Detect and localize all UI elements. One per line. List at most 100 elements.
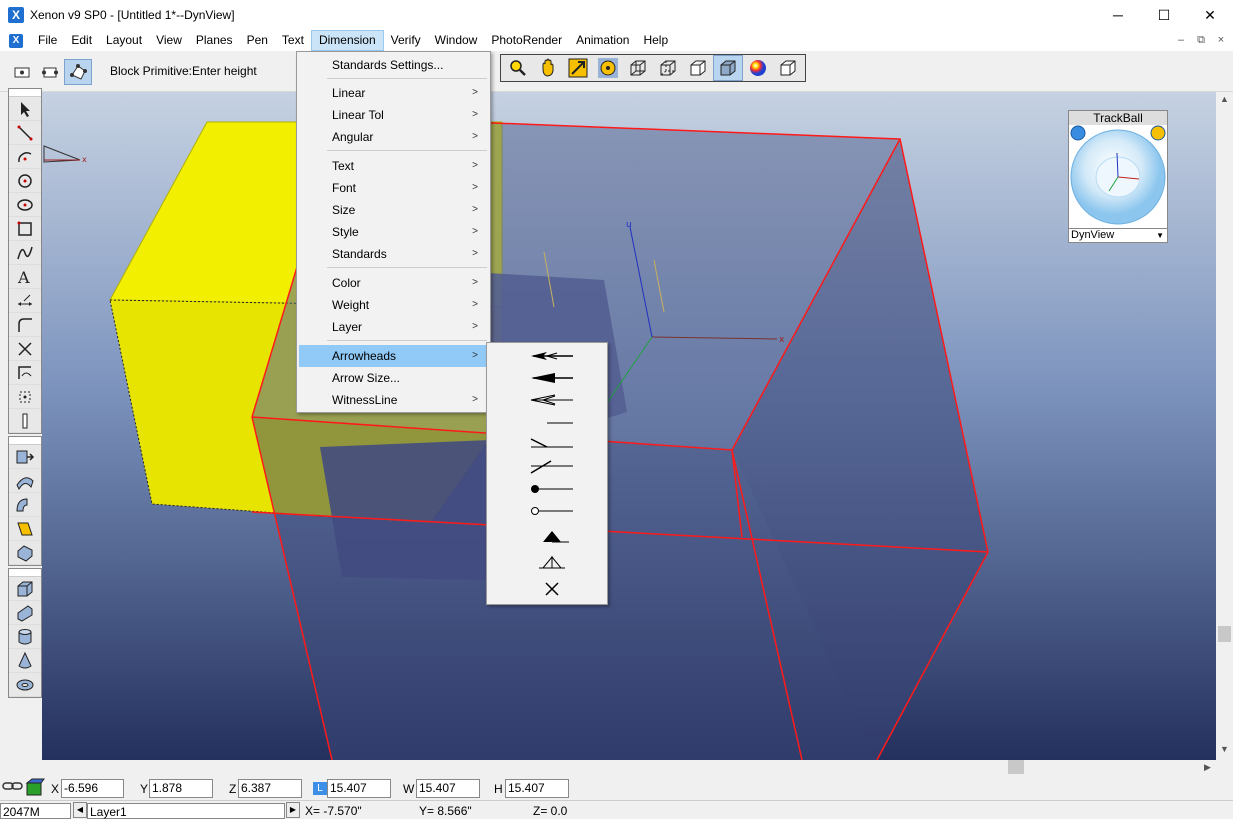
menu-window[interactable]: Window xyxy=(428,30,485,51)
menu-text[interactable]: Text xyxy=(275,30,311,51)
wireframe-view-icon[interactable] xyxy=(623,55,653,81)
trackball-widget[interactable]: TrackBall DynView ▼ xyxy=(1068,110,1168,243)
panel-grip[interactable] xyxy=(9,89,41,97)
shell-icon[interactable] xyxy=(9,541,41,565)
arrow-dot-open-icon[interactable] xyxy=(507,499,597,523)
arrow-tick-icon[interactable] xyxy=(507,455,597,479)
length-input[interactable]: 15.407 xyxy=(327,779,391,798)
box-view-icon[interactable] xyxy=(773,55,803,81)
circle-tool-icon[interactable] xyxy=(9,169,41,193)
layer-prev-icon[interactable]: ◀ xyxy=(73,802,87,818)
hidden-line-view-icon[interactable] xyxy=(653,55,683,81)
transform-tool-icon[interactable] xyxy=(9,361,41,385)
loft-icon[interactable] xyxy=(9,517,41,541)
document-menu-icon[interactable]: X xyxy=(9,33,23,48)
menu-view[interactable]: View xyxy=(149,30,189,51)
y-coord-input[interactable]: 1.878 xyxy=(149,779,213,798)
dimension-menu-linear[interactable]: Linear > xyxy=(299,82,488,104)
trackball-view-select[interactable]: DynView ▼ xyxy=(1069,228,1167,242)
line-tool-icon[interactable] xyxy=(9,121,41,145)
edge-mode-icon[interactable] xyxy=(36,59,64,85)
zoom-icon[interactable] xyxy=(503,55,533,81)
arrow-open-icon[interactable] xyxy=(507,388,597,412)
horizontal-scrollbar[interactable]: ▶ xyxy=(42,760,1216,775)
3d-viewport[interactable]: x u x xyxy=(42,92,1216,760)
dimension-tool-icon[interactable] xyxy=(9,289,41,313)
menu-planes[interactable]: Planes xyxy=(189,30,240,51)
vertical-scrollbar[interactable]: ▲ ▼ xyxy=(1216,92,1233,760)
dimension-menu-size[interactable]: Size > xyxy=(299,199,488,221)
menu-file[interactable]: File xyxy=(31,30,64,51)
revolve-icon[interactable] xyxy=(9,493,41,517)
height-input[interactable]: 15.407 xyxy=(505,779,569,798)
dimension-menu-angular[interactable]: Angular > xyxy=(299,126,488,148)
dimension-menu-text[interactable]: Text > xyxy=(299,155,488,177)
layer-next-icon[interactable]: ▶ xyxy=(286,802,300,818)
fillet-tool-icon[interactable] xyxy=(9,313,41,337)
extrude-icon[interactable] xyxy=(9,445,41,469)
trackball-home-icon[interactable] xyxy=(1150,125,1166,141)
select-mode-icon[interactable] xyxy=(8,59,36,85)
torus-primitive-icon[interactable] xyxy=(9,673,41,697)
chain-link-icon[interactable] xyxy=(2,780,24,795)
dimension-menu-arrowheads[interactable]: Arrowheads > xyxy=(299,345,488,367)
cone-primitive-icon[interactable] xyxy=(9,649,41,673)
shaded-view-icon[interactable] xyxy=(713,55,743,81)
trackball-menu-icon[interactable] xyxy=(1070,125,1086,141)
maximize-button[interactable]: ☐ xyxy=(1141,0,1187,30)
menu-help[interactable]: Help xyxy=(636,30,675,51)
text-tool-icon[interactable]: A xyxy=(9,265,41,289)
cylinder-primitive-icon[interactable] xyxy=(9,625,41,649)
doc-restore-button[interactable]: ⧉ xyxy=(1193,32,1209,48)
arrow-triangle-filled-icon[interactable] xyxy=(507,524,597,548)
pointer-icon[interactable] xyxy=(9,97,41,121)
x-coord-input[interactable]: -6.596 xyxy=(61,779,124,798)
dimension-menu-weight[interactable]: Weight > xyxy=(299,294,488,316)
dimension-menu-standards-settings[interactable]: Standards Settings... xyxy=(299,54,488,76)
rectangle-tool-icon[interactable] xyxy=(9,217,41,241)
scroll-up-icon[interactable]: ▲ xyxy=(1220,94,1229,104)
point-tool-icon[interactable] xyxy=(9,385,41,409)
vertex-mode-icon[interactable] xyxy=(64,59,92,85)
menu-dimension[interactable]: Dimension xyxy=(310,30,384,51)
dimension-menu-arrow-size[interactable]: Arrow Size... xyxy=(299,367,488,389)
render-sphere-icon[interactable] xyxy=(743,55,773,81)
scroll-down-icon[interactable]: ▼ xyxy=(1220,744,1229,754)
rotate-view-icon[interactable] xyxy=(593,55,623,81)
zoom-extents-icon[interactable] xyxy=(563,55,593,81)
close-button[interactable]: ✕ xyxy=(1187,0,1233,30)
menu-edit[interactable]: Edit xyxy=(64,30,99,51)
arc-tool-icon[interactable] xyxy=(9,145,41,169)
spline-tool-icon[interactable] xyxy=(9,241,41,265)
menu-layout[interactable]: Layout xyxy=(99,30,149,51)
doc-minimize-button[interactable]: – xyxy=(1173,32,1189,48)
dimension-menu-standards[interactable]: Standards > xyxy=(299,243,488,265)
trim-tool-icon[interactable] xyxy=(9,337,41,361)
arrow-open-double-icon[interactable] xyxy=(507,344,597,368)
dimension-menu-witnessline[interactable]: WitnessLine > xyxy=(299,389,488,411)
world-axis-icon[interactable] xyxy=(24,777,46,802)
hidden-removed-view-icon[interactable] xyxy=(683,55,713,81)
dimension-menu-linear-tol[interactable]: Linear Tol > xyxy=(299,104,488,126)
menu-photorender[interactable]: PhotoRender xyxy=(484,30,569,51)
scroll-right-icon[interactable]: ▶ xyxy=(1204,762,1211,773)
bar-tool-icon[interactable] xyxy=(9,409,41,433)
menu-verify[interactable]: Verify xyxy=(384,30,428,51)
dimension-menu-style[interactable]: Style > xyxy=(299,221,488,243)
trackball-sphere[interactable] xyxy=(1069,125,1167,229)
width-input[interactable]: 15.407 xyxy=(416,779,480,798)
arrow-dot-filled-icon[interactable] xyxy=(507,477,597,501)
menu-pen[interactable]: Pen xyxy=(240,30,275,51)
horizontal-scroll-thumb[interactable] xyxy=(1008,760,1024,774)
doc-close-button[interactable]: × xyxy=(1213,32,1229,48)
layer-select[interactable]: Layer1 xyxy=(87,803,285,819)
panel-grip[interactable] xyxy=(9,569,41,577)
ellipse-tool-icon[interactable] xyxy=(9,193,41,217)
vertical-scroll-thumb[interactable] xyxy=(1218,626,1231,642)
arrow-filled-icon[interactable] xyxy=(507,366,597,390)
pan-hand-icon[interactable] xyxy=(533,55,563,81)
sweep-icon[interactable] xyxy=(9,469,41,493)
wedge-primitive-icon[interactable] xyxy=(9,601,41,625)
arrow-cross-icon[interactable] xyxy=(507,577,597,601)
block-primitive-icon[interactable] xyxy=(9,577,41,601)
